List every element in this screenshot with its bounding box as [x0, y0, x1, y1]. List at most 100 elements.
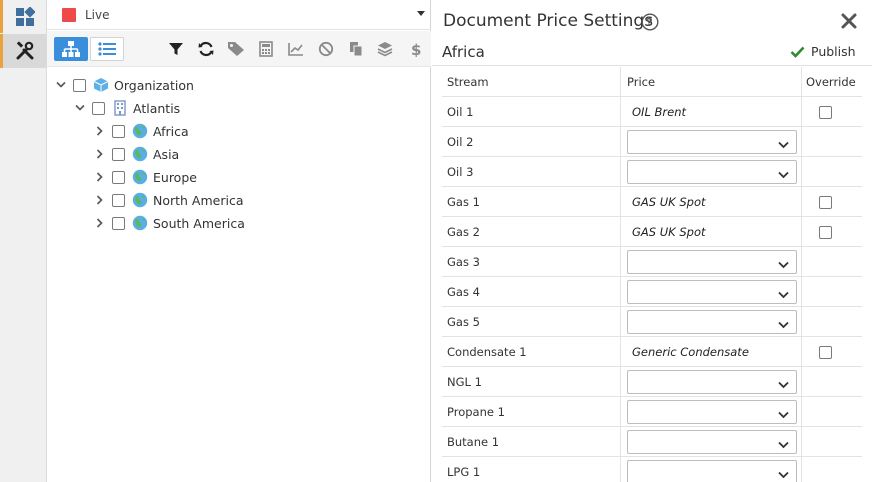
table-row: Condensate 1 Generic Condensate: [442, 337, 862, 367]
price-select[interactable]: [627, 310, 797, 334]
tree-node-label: Asia: [153, 146, 180, 162]
stream-name: Oil 2: [447, 135, 474, 149]
tree-node-checkbox[interactable]: [112, 170, 125, 184]
copy-icon[interactable]: [347, 40, 365, 58]
chevron-down-icon[interactable]: [74, 102, 86, 114]
stream-name: Propane 1: [447, 405, 505, 419]
tools-icon: [16, 41, 33, 60]
tree-node[interactable]: Atlantis: [74, 97, 180, 119]
dollar-icon[interactable]: $: [407, 40, 425, 58]
publish-button[interactable]: Publish: [790, 44, 856, 59]
tree-node[interactable]: Asia: [94, 143, 179, 165]
tree-view-button[interactable]: [54, 37, 88, 61]
table-row: Butane 1: [442, 427, 862, 457]
layers-icon[interactable]: [376, 40, 394, 58]
table-row: Gas 5: [442, 307, 862, 337]
table-row: Gas 2 GAS UK Spot: [442, 217, 862, 247]
globe-icon: [132, 192, 148, 208]
cube-icon: [93, 77, 109, 93]
dashboard-icon: [15, 6, 35, 26]
check-icon: [790, 46, 805, 58]
price-select[interactable]: [627, 460, 797, 482]
calculator-icon[interactable]: [257, 40, 275, 58]
refresh-icon[interactable]: [197, 40, 215, 58]
tree-node-checkbox[interactable]: [112, 216, 125, 230]
price-select[interactable]: [627, 400, 797, 424]
dashboard-button[interactable]: [0, 0, 46, 33]
stream-name: Gas 1: [447, 195, 480, 209]
column-divider: [620, 67, 621, 482]
environment-selector[interactable]: Live: [47, 0, 431, 30]
stream-name: NGL 1: [447, 375, 482, 389]
chevron-down-icon: [778, 468, 789, 482]
stream-name: Gas 4: [447, 285, 480, 299]
table-row: Oil 3: [442, 157, 862, 187]
chevron-right-icon[interactable]: [94, 194, 106, 206]
tree-node[interactable]: Organization: [55, 74, 194, 96]
table-row: Propane 1: [442, 397, 862, 427]
table-row: Oil 2: [442, 127, 862, 157]
stream-name: Gas 2: [447, 225, 480, 239]
tree-node[interactable]: Africa: [94, 120, 189, 142]
chevron-right-icon[interactable]: [94, 217, 106, 229]
tree-node[interactable]: South America: [94, 212, 245, 234]
tree-node-checkbox[interactable]: [92, 101, 105, 115]
chevron-down-icon[interactable]: [55, 79, 67, 91]
stream-name: Gas 5: [447, 315, 480, 329]
stream-name: Oil 3: [447, 165, 474, 179]
svg-text:$: $: [411, 41, 421, 57]
tree-node-checkbox[interactable]: [112, 124, 125, 138]
stream-name: Butane 1: [447, 435, 500, 449]
tree-node-label: Africa: [153, 123, 189, 139]
tree-node-label: North America: [153, 192, 244, 208]
tree-node-checkbox[interactable]: [112, 193, 125, 207]
tools-button[interactable]: [0, 34, 46, 68]
override-checkbox[interactable]: [819, 196, 832, 209]
line-chart-icon[interactable]: [287, 40, 305, 58]
building-icon: [112, 100, 128, 116]
tree-node-checkbox[interactable]: [73, 78, 86, 92]
price-select[interactable]: [627, 250, 797, 274]
table-row: Gas 3: [442, 247, 862, 277]
stream-name: LPG 1: [447, 465, 481, 479]
price-select[interactable]: [627, 280, 797, 304]
chevron-down-icon: [778, 138, 789, 152]
tree-node-checkbox[interactable]: [112, 147, 125, 161]
price-value: GAS UK Spot: [632, 195, 706, 209]
column-header-override: Override: [806, 75, 856, 89]
price-select[interactable]: [627, 130, 797, 154]
publish-label: Publish: [811, 44, 856, 59]
price-value: GAS UK Spot: [632, 225, 706, 239]
tree-node-label: Atlantis: [133, 100, 181, 116]
globe-icon: [132, 146, 148, 162]
price-select[interactable]: [627, 160, 797, 184]
chevron-down-icon: [778, 378, 789, 392]
chevron-down-icon: [778, 288, 789, 302]
block-icon[interactable]: [317, 40, 335, 58]
chevron-down-icon: [778, 318, 789, 332]
list-icon: [98, 42, 116, 56]
caret-down-icon[interactable]: [417, 11, 425, 16]
price-settings-panel: Document Price Settings ? Africa Publish…: [432, 0, 872, 482]
globe-icon: [132, 215, 148, 231]
override-checkbox[interactable]: [819, 226, 832, 239]
close-icon[interactable]: [841, 13, 857, 32]
tree-toolbar: $: [47, 31, 431, 67]
tree-node[interactable]: North America: [94, 189, 244, 211]
tag-icon[interactable]: [227, 40, 245, 58]
override-checkbox[interactable]: [819, 346, 832, 359]
chevron-down-icon: [778, 168, 789, 182]
help-icon[interactable]: ?: [641, 13, 659, 34]
list-view-button[interactable]: [90, 37, 124, 61]
tree-node[interactable]: Europe: [94, 166, 197, 188]
globe-icon: [132, 123, 148, 139]
override-checkbox[interactable]: [819, 106, 832, 119]
chevron-right-icon[interactable]: [94, 171, 106, 183]
chevron-right-icon[interactable]: [94, 125, 106, 137]
price-value: Generic Condensate: [632, 345, 749, 359]
price-select[interactable]: [627, 430, 797, 454]
chevron-right-icon[interactable]: [94, 148, 106, 160]
filter-icon[interactable]: [167, 40, 185, 58]
region-label: Africa: [442, 43, 485, 61]
price-select[interactable]: [627, 370, 797, 394]
